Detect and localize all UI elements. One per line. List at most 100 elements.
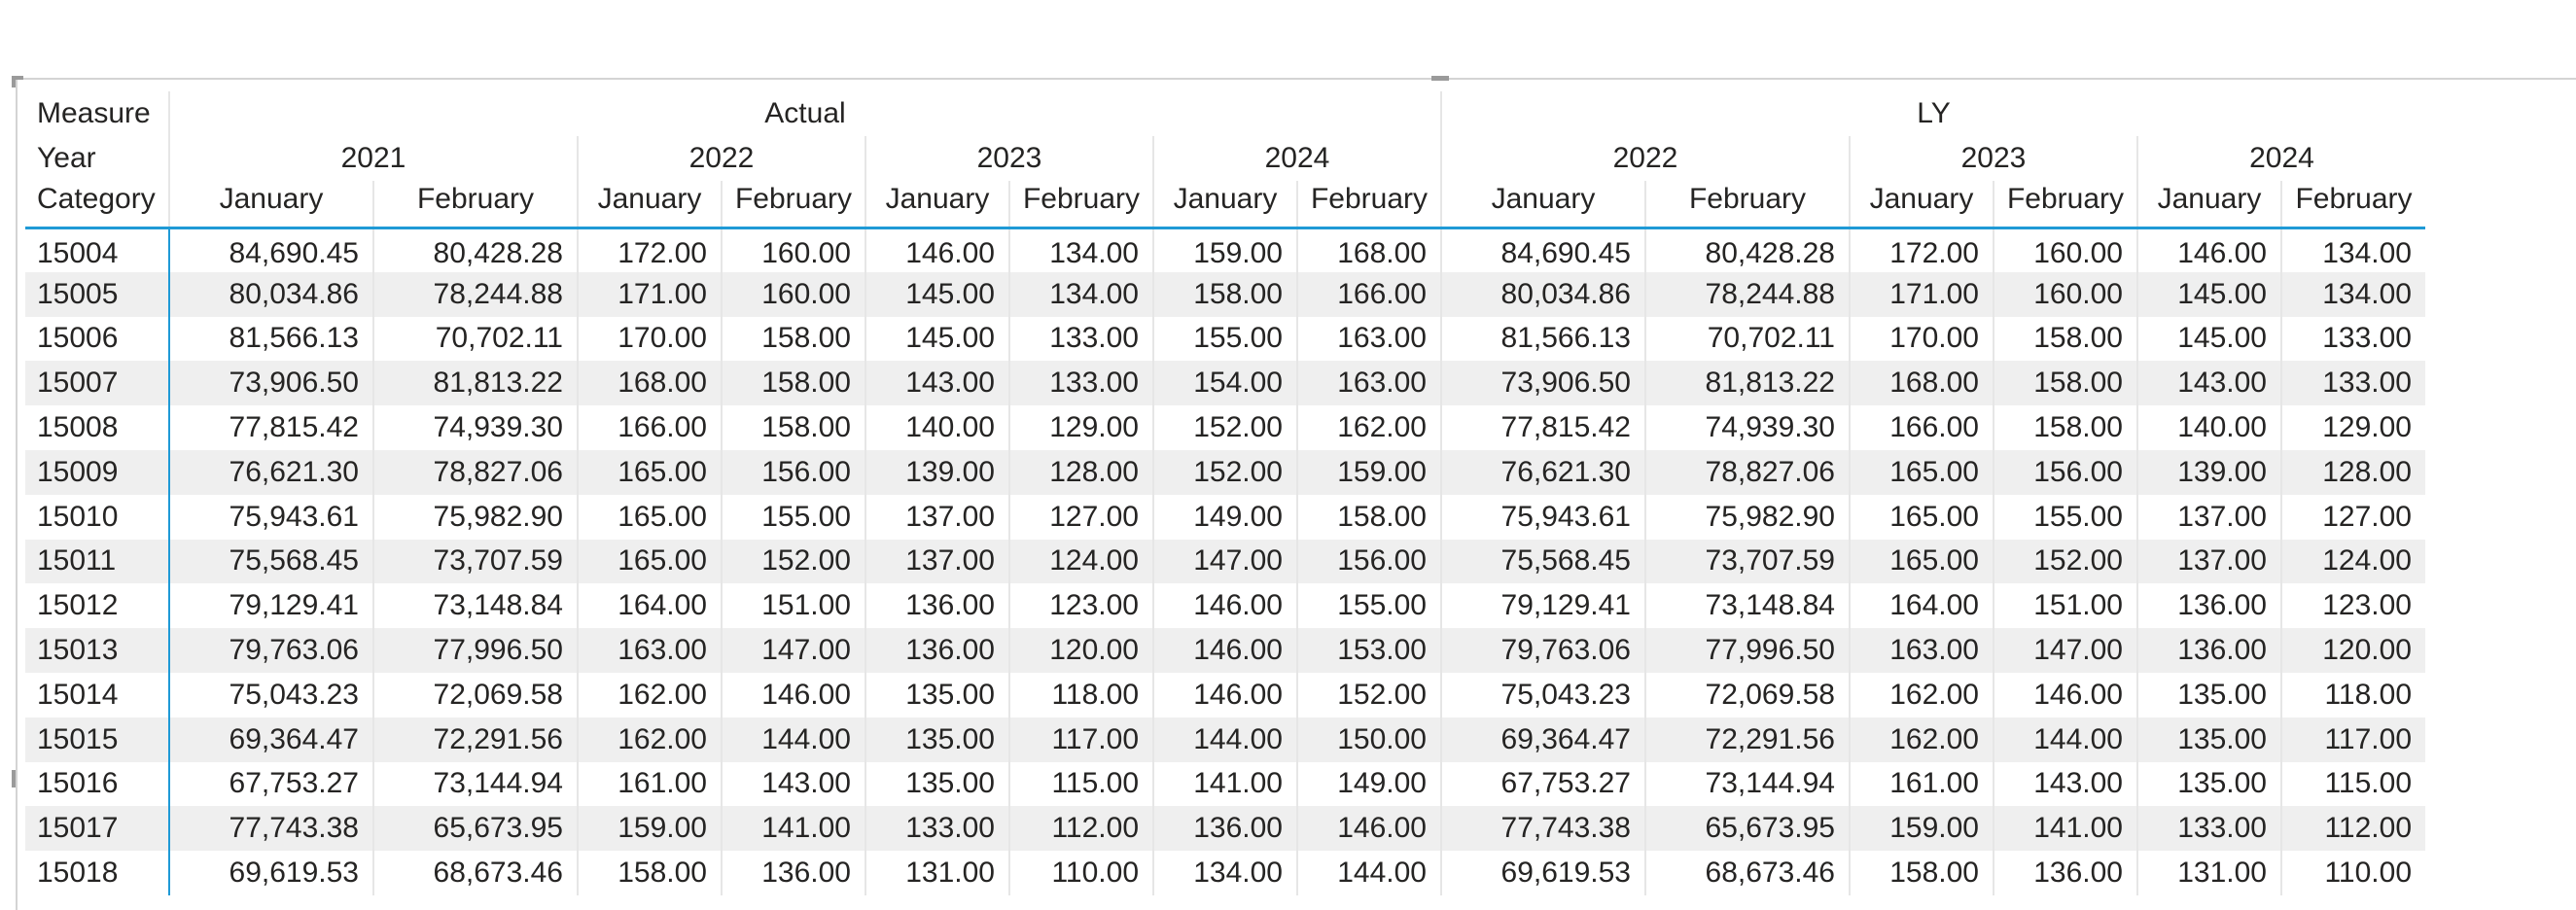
- table-cell[interactable]: 163.00: [1296, 361, 1441, 406]
- table-cell[interactable]: 137.00: [865, 539, 1009, 584]
- table-cell[interactable]: 128.00: [2280, 449, 2425, 495]
- table-cell[interactable]: 135.00: [2136, 672, 2281, 718]
- table-cell[interactable]: 159.00: [577, 806, 722, 852]
- table-cell[interactable]: 68,673.46: [372, 851, 578, 895]
- table-cell[interactable]: 77,743.38: [169, 806, 373, 852]
- table-cell[interactable]: 162.00: [1849, 717, 1994, 762]
- table-cell[interactable]: 73,707.59: [372, 539, 578, 584]
- column-header-month[interactable]: February: [2280, 181, 2425, 229]
- column-header-measure[interactable]: LY: [1440, 91, 2425, 136]
- row-category[interactable]: 15017: [25, 806, 170, 852]
- table-cell[interactable]: 77,996.50: [372, 628, 578, 673]
- table-cell[interactable]: 172.00: [577, 228, 722, 272]
- table-row[interactable]: 15014 75,043.23 72,069.58 162.00 146.00 135.0…: [25, 672, 2425, 718]
- table-cell[interactable]: 155.00: [1152, 316, 1297, 362]
- table-cell[interactable]: 155.00: [1296, 583, 1441, 629]
- table-cell[interactable]: 129.00: [2280, 405, 2425, 450]
- table-cell[interactable]: 137.00: [2136, 494, 2281, 540]
- table-cell[interactable]: 165.00: [1849, 494, 1994, 540]
- table-cell[interactable]: 144.00: [1296, 851, 1441, 895]
- table-cell[interactable]: 144.00: [721, 717, 865, 762]
- table-cell[interactable]: 124.00: [2280, 539, 2425, 584]
- table-cell[interactable]: 77,815.42: [169, 405, 373, 450]
- table-cell[interactable]: 128.00: [1008, 449, 1153, 495]
- table-cell[interactable]: 155.00: [1993, 494, 2137, 540]
- table-cell[interactable]: 67,753.27: [1440, 761, 1645, 807]
- table-cell[interactable]: 146.00: [1152, 628, 1297, 673]
- table-cell[interactable]: 69,364.47: [169, 717, 373, 762]
- table-cell[interactable]: 120.00: [2280, 628, 2425, 673]
- column-header-month[interactable]: January: [2136, 181, 2281, 229]
- table-cell[interactable]: 123.00: [2280, 583, 2425, 629]
- column-header-month[interactable]: January: [1152, 181, 1297, 229]
- table-cell[interactable]: 162.00: [577, 717, 722, 762]
- row-category[interactable]: 15015: [25, 717, 170, 762]
- table-cell[interactable]: 147.00: [1993, 628, 2137, 673]
- table-cell[interactable]: 127.00: [2280, 494, 2425, 540]
- table-cell[interactable]: 160.00: [721, 228, 865, 272]
- table-cell[interactable]: 118.00: [2280, 672, 2425, 718]
- table-cell[interactable]: 67,753.27: [169, 762, 373, 807]
- table-cell[interactable]: 158.00: [721, 361, 865, 406]
- column-header-year[interactable]: 2023: [865, 136, 1153, 181]
- table-cell[interactable]: 158.00: [577, 851, 722, 895]
- table-row[interactable]: 15009 76,621.30 78,827.06 165.00 156.00 139.0…: [25, 449, 2425, 495]
- table-cell[interactable]: 144.00: [1152, 717, 1297, 762]
- table-cell[interactable]: 160.00: [1993, 228, 2137, 272]
- table-cell[interactable]: 80,034.86: [169, 271, 373, 317]
- table-cell[interactable]: 133.00: [2280, 361, 2425, 406]
- table-cell[interactable]: 140.00: [865, 405, 1009, 450]
- table-cell[interactable]: 139.00: [865, 449, 1009, 495]
- table-cell[interactable]: 79,129.41: [1440, 583, 1645, 629]
- table-cell[interactable]: 156.00: [1296, 539, 1441, 584]
- table-cell[interactable]: 135.00: [865, 717, 1009, 762]
- column-header-year[interactable]: 2024: [2136, 136, 2425, 181]
- row-category[interactable]: 15004: [25, 228, 170, 272]
- table-cell[interactable]: 153.00: [1296, 628, 1441, 673]
- table-cell[interactable]: 160.00: [1993, 271, 2137, 317]
- row-category[interactable]: 15018: [25, 851, 170, 895]
- table-cell[interactable]: 73,906.50: [1440, 361, 1645, 406]
- table-cell[interactable]: 145.00: [865, 271, 1009, 317]
- table-cell[interactable]: 166.00: [577, 405, 722, 450]
- table-cell[interactable]: 152.00: [721, 539, 865, 584]
- table-cell[interactable]: 81,566.13: [169, 317, 373, 362]
- row-category[interactable]: 15011: [25, 539, 170, 584]
- table-cell[interactable]: 161.00: [1849, 761, 1994, 807]
- table-cell[interactable]: 143.00: [721, 761, 865, 807]
- table-cell[interactable]: 75,568.45: [169, 539, 373, 584]
- table-cell[interactable]: 81,813.22: [1644, 361, 1850, 406]
- table-cell[interactable]: 159.00: [1152, 228, 1297, 272]
- table-cell[interactable]: 137.00: [2136, 539, 2281, 584]
- table-cell[interactable]: 137.00: [865, 494, 1009, 540]
- table-cell[interactable]: 158.00: [1296, 494, 1441, 540]
- table-cell[interactable]: 68,673.46: [1644, 851, 1850, 895]
- table-cell[interactable]: 73,148.84: [1644, 583, 1850, 629]
- table-cell[interactable]: 76,621.30: [1440, 449, 1645, 495]
- table-cell[interactable]: 165.00: [1849, 449, 1994, 495]
- table-cell[interactable]: 156.00: [1993, 449, 2137, 495]
- table-cell[interactable]: 165.00: [577, 494, 722, 540]
- row-category[interactable]: 15014: [25, 672, 170, 718]
- table-cell[interactable]: 124.00: [1008, 539, 1153, 584]
- table-cell[interactable]: 73,148.84: [372, 583, 578, 629]
- column-header-year[interactable]: 2022: [577, 136, 865, 181]
- table-cell[interactable]: 79,129.41: [169, 583, 373, 628]
- table-cell[interactable]: 145.00: [865, 316, 1009, 362]
- table-cell[interactable]: 143.00: [2136, 361, 2281, 406]
- table-cell[interactable]: 129.00: [1008, 405, 1153, 450]
- table-cell[interactable]: 146.00: [2136, 228, 2281, 272]
- table-cell[interactable]: 155.00: [721, 494, 865, 540]
- table-cell[interactable]: 163.00: [1849, 628, 1994, 673]
- column-header-month[interactable]: February: [1993, 181, 2137, 229]
- table-cell[interactable]: 65,673.95: [1644, 806, 1850, 852]
- table-cell[interactable]: 166.00: [1849, 405, 1994, 450]
- table-cell[interactable]: 159.00: [1849, 806, 1994, 852]
- table-cell[interactable]: 72,291.56: [372, 717, 578, 762]
- row-category[interactable]: 15009: [25, 449, 170, 495]
- table-cell[interactable]: 136.00: [1993, 851, 2137, 895]
- table-row[interactable]: 15013 79,763.06 77,996.50 163.00 147.00 136.0…: [25, 628, 2425, 673]
- row-category[interactable]: 15007: [25, 361, 170, 406]
- column-header-month[interactable]: January: [169, 181, 373, 229]
- table-cell[interactable]: 145.00: [2136, 316, 2281, 362]
